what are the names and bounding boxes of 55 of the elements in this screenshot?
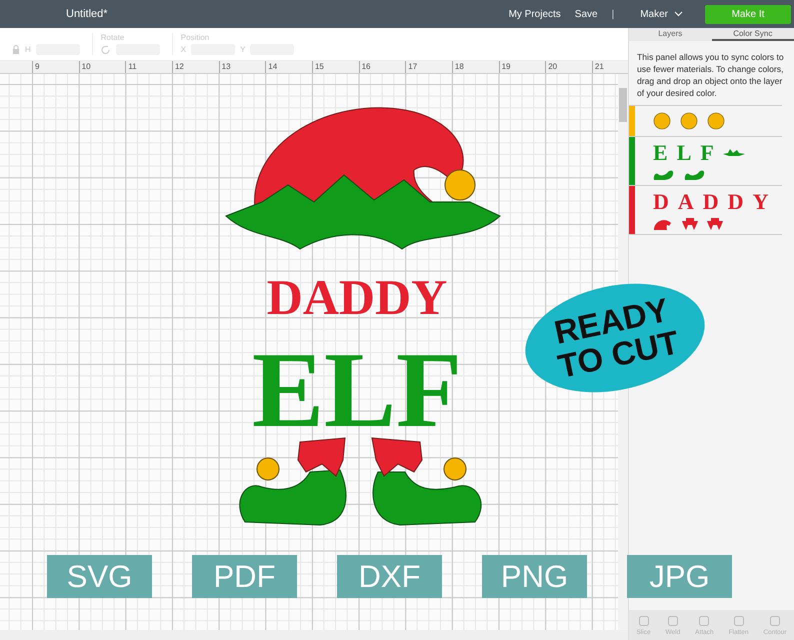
ruler-number: 18 (452, 61, 499, 73)
shoe-shape-icon[interactable] (653, 169, 675, 181)
make-it-button[interactable]: Make It (705, 4, 791, 24)
format-label: JPG (627, 555, 732, 598)
ruler-number: 13 (218, 61, 266, 73)
ruler-number: 10 (78, 61, 126, 73)
machine-dropdown[interactable]: Maker (640, 8, 683, 20)
letter-shape[interactable]: D (728, 190, 744, 214)
ruler-number: 19 (498, 61, 546, 73)
chevron-down-icon (674, 11, 683, 17)
circle-shape-icon[interactable] (653, 112, 671, 130)
color-layer-row[interactable]: D A D D Y (629, 185, 782, 235)
letter-shape[interactable]: D (702, 190, 719, 214)
cuff-shape-icon[interactable] (707, 218, 723, 230)
nav-link[interactable]: My Projects (508, 8, 561, 20)
shoe-shape-icon[interactable] (684, 169, 706, 181)
letter-shape[interactable]: F (700, 141, 714, 165)
circle-shape-icon[interactable] (707, 112, 725, 130)
ruler-number: 12 (172, 61, 219, 73)
format-label: DXF (337, 555, 442, 598)
color-layer-row[interactable]: E L F (629, 136, 782, 185)
format-label: SVG (47, 555, 152, 598)
ruler-number: 14 (265, 61, 312, 73)
hat-shape-icon[interactable] (653, 218, 673, 230)
zigzag-shape-icon[interactable] (722, 148, 745, 158)
design-text: ELF (252, 331, 462, 450)
format-label: PNG (482, 555, 587, 598)
window-title: Untitled* (66, 8, 109, 20)
format-label: PDF (192, 555, 297, 598)
cuff-shape-icon[interactable] (682, 218, 698, 230)
tool-icon (732, 614, 744, 626)
design-text: DADDY (266, 269, 448, 325)
letter-shape[interactable]: E (653, 141, 668, 165)
nav-link[interactable]: Save (574, 8, 598, 20)
circle-shape-icon[interactable] (680, 112, 698, 130)
color-layer-row[interactable] (629, 105, 782, 136)
nav-separator: | (612, 8, 614, 20)
letter-shape[interactable]: L (676, 141, 692, 165)
scrollbar[interactable] (0, 630, 628, 640)
ruler-number: 11 (125, 61, 172, 73)
tool-icon (638, 614, 650, 626)
panel-description: This panel allows you to sync colors to use fewer materials. To change colors, drag and drop an object onto the layer of your desired color. (636, 51, 785, 100)
scrollbar-thumb[interactable] (619, 88, 627, 122)
letter-shape[interactable]: A (678, 190, 694, 214)
tool-icon (698, 614, 710, 626)
panel-tab[interactable]: Color Sync (712, 28, 794, 41)
ruler-number: 9 (32, 61, 79, 73)
ruler-number: 20 (545, 61, 592, 73)
tool-icon (666, 614, 679, 626)
ruler-number: 16 (358, 61, 406, 73)
letter-shape[interactable]: Y (752, 190, 768, 214)
letter-shape[interactable]: D (653, 190, 669, 214)
ruler-number: 15 (312, 61, 359, 73)
ruler-number: 17 (405, 61, 452, 73)
tool-icon (768, 614, 781, 626)
